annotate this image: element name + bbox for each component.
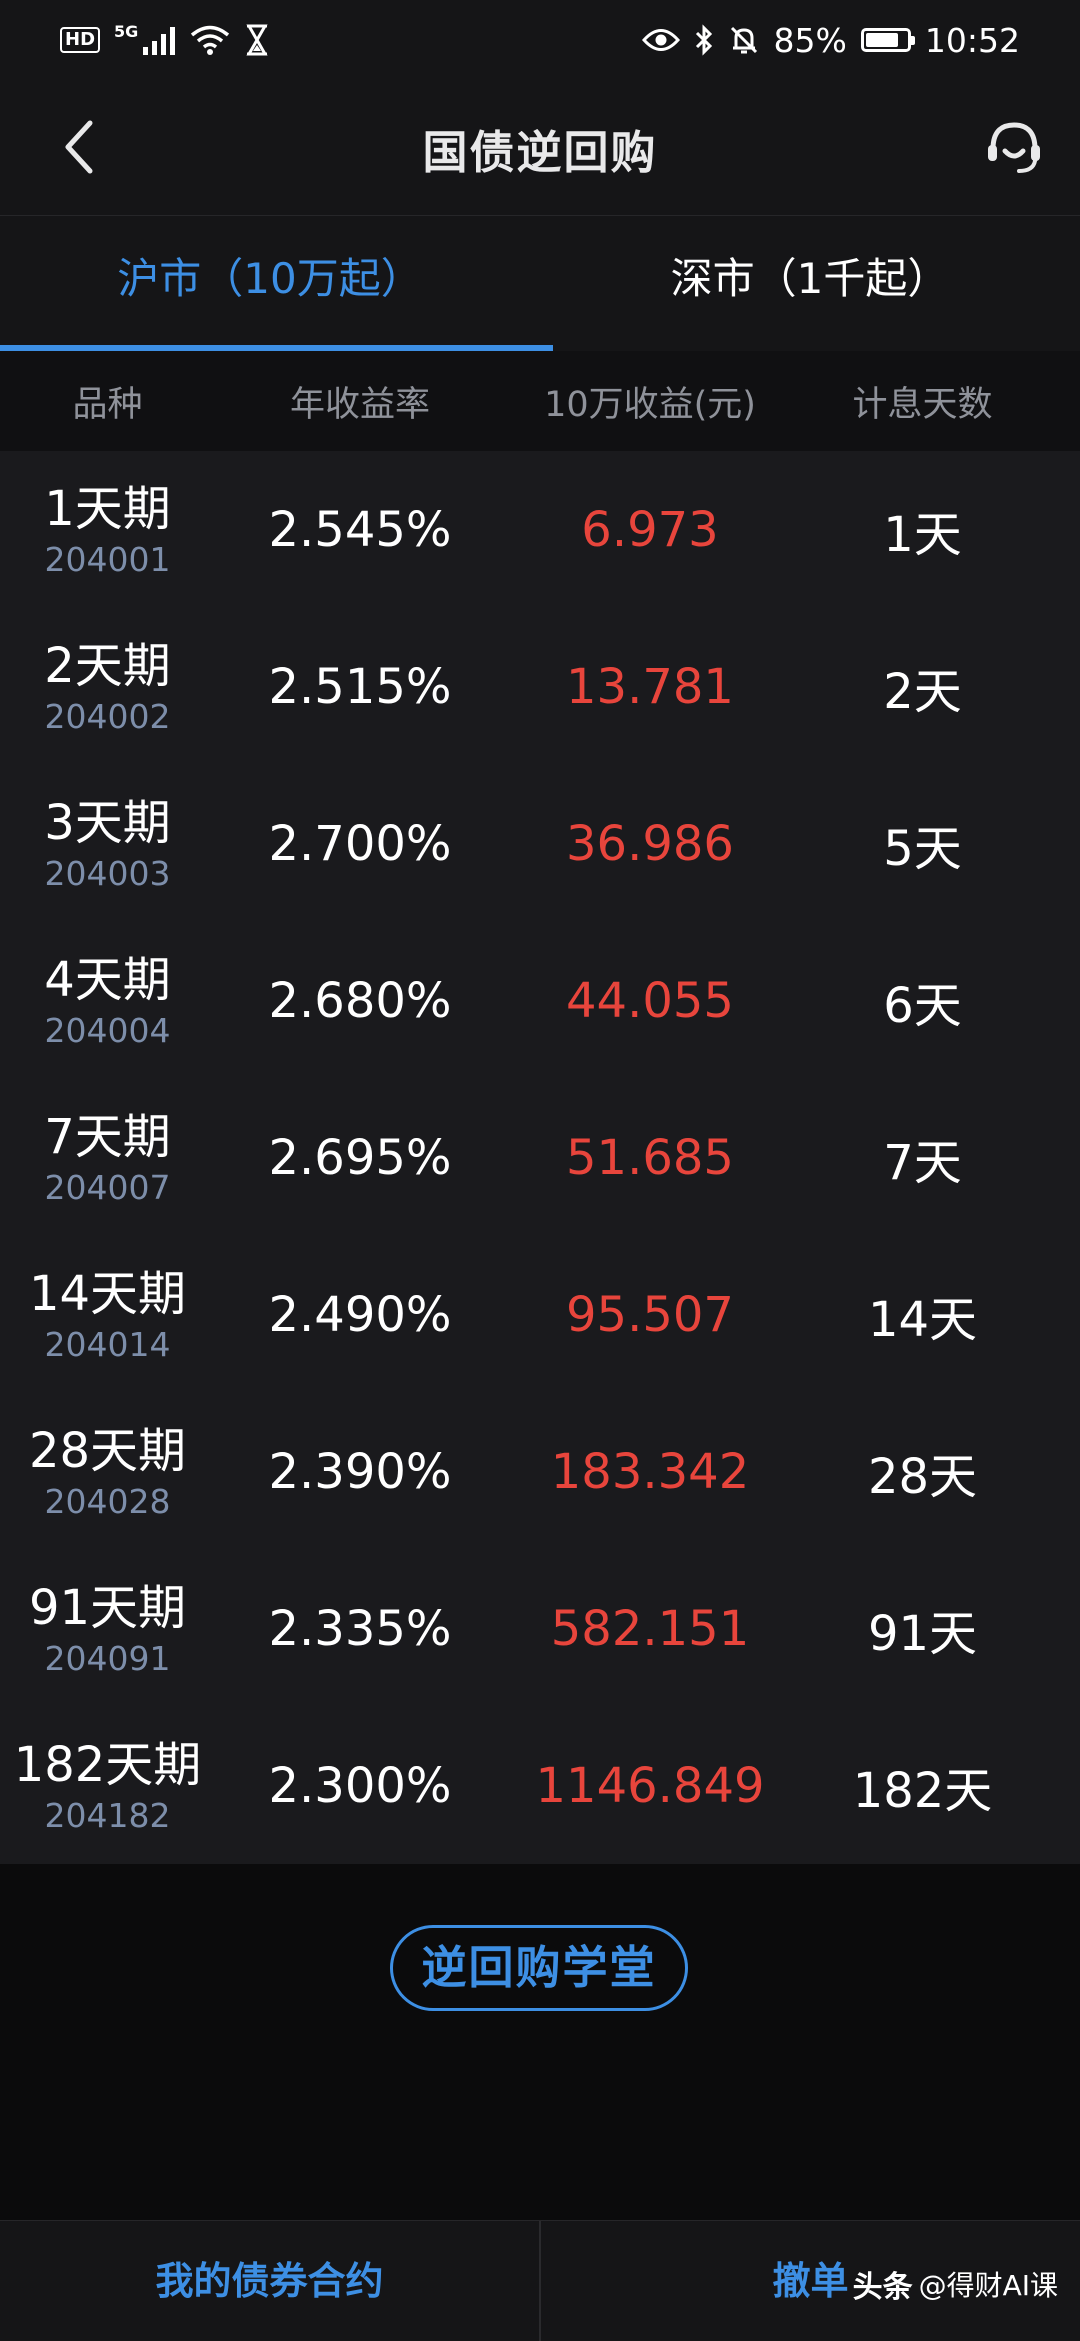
income-value: 1146.849 <box>535 1757 765 1814</box>
battery-percent: 85% <box>773 20 847 60</box>
annual-rate: 2.390% <box>268 1443 452 1500</box>
signal-icon <box>143 27 176 55</box>
watermark-handle: @得财AI课 <box>918 2269 1058 2302</box>
eye-icon <box>641 29 680 51</box>
security-code: 204003 <box>44 853 171 893</box>
income-value: 183.342 <box>550 1443 750 1500</box>
income-value: 44.055 <box>566 972 734 1029</box>
battery-fill <box>865 33 898 47</box>
status-right: 85% 10:52 <box>641 18 1020 62</box>
annual-rate: 2.515% <box>268 658 452 715</box>
table-row[interactable]: 1天期 204001 2.545% 6.973 1天 <box>0 451 1080 608</box>
table-header: 品种 年收益率 10万收益(元) 计息天数 <box>0 351 1080 451</box>
variety-cell: 91天期 204091 <box>0 1579 215 1679</box>
battery-icon <box>860 28 915 52</box>
annual-rate: 2.490% <box>268 1286 452 1343</box>
interest-days: 7天 <box>883 1134 962 1191</box>
term-name: 91天期 <box>28 1579 187 1636</box>
variety-cell: 7天期 204007 <box>0 1108 215 1208</box>
annual-rate: 2.335% <box>268 1600 452 1657</box>
network-type-label: 5G <box>114 22 139 41</box>
table-row[interactable]: 91天期 204091 2.335% 582.151 91天 <box>0 1550 1080 1707</box>
status-bar: HD 5G 85% 10:52 <box>0 0 1080 80</box>
term-name: 182天期 <box>13 1736 202 1793</box>
security-code: 204182 <box>44 1795 171 1835</box>
table-row[interactable]: 7天期 204007 2.695% 51.685 7天 <box>0 1079 1080 1236</box>
income-value: 13.781 <box>566 658 734 715</box>
interest-days: 14天 <box>867 1291 978 1348</box>
annual-rate: 2.680% <box>268 972 452 1029</box>
interest-days: 1天 <box>883 506 962 563</box>
annual-rate: 2.695% <box>268 1129 452 1186</box>
income-value: 36.986 <box>566 815 734 872</box>
interest-days: 182天 <box>852 1762 993 1819</box>
table-row[interactable]: 28天期 204028 2.390% 183.342 28天 <box>0 1393 1080 1550</box>
annual-rate: 2.545% <box>268 501 452 558</box>
security-code: 204091 <box>44 1638 171 1678</box>
table-row[interactable]: 14天期 204014 2.490% 95.507 14天 <box>0 1236 1080 1393</box>
title-bar: 国债逆回购 <box>0 80 1080 216</box>
variety-cell: 14天期 204014 <box>0 1265 215 1365</box>
interest-days: 5天 <box>883 820 962 877</box>
column-header-days: 计息天数 <box>852 384 993 425</box>
hd-badge: HD <box>60 27 101 53</box>
security-code: 204007 <box>44 1167 171 1207</box>
watermark: 头条 @得财AI课 <box>853 2262 1058 2306</box>
income-value: 582.151 <box>550 1600 750 1657</box>
repo-table-body: 1天期 204001 2.545% 6.973 1天 2天期 204002 2.… <box>0 451 1080 1864</box>
variety-cell: 28天期 204028 <box>0 1422 215 1522</box>
repo-school-button[interactable]: 逆回购学堂 <box>390 1925 688 2011</box>
table-row[interactable]: 2天期 204002 2.515% 13.781 2天 <box>0 608 1080 765</box>
clock-time: 10:52 <box>924 20 1020 60</box>
interest-days: 28天 <box>867 1448 978 1505</box>
term-name: 14天期 <box>28 1265 187 1322</box>
term-name: 7天期 <box>44 1108 171 1165</box>
security-code: 204014 <box>44 1324 171 1364</box>
annual-rate: 2.700% <box>268 815 452 872</box>
variety-cell: 2天期 204002 <box>0 637 215 737</box>
income-value: 51.685 <box>566 1129 734 1186</box>
headset-icon <box>988 122 1040 173</box>
table-row[interactable]: 3天期 204003 2.700% 36.986 5天 <box>0 765 1080 922</box>
term-name: 4天期 <box>44 951 171 1008</box>
income-value: 95.507 <box>566 1286 734 1343</box>
bluetooth-icon <box>695 24 712 56</box>
annual-rate: 2.300% <box>268 1757 452 1814</box>
mute-bell-icon <box>730 26 757 54</box>
security-code: 204004 <box>44 1010 171 1050</box>
hourglass-icon <box>246 24 268 56</box>
customer-service-button[interactable] <box>976 110 1052 186</box>
tab-shanghai-market[interactable]: 沪市（10万起） <box>0 216 553 351</box>
column-header-annual-rate: 年收益率 <box>289 384 430 425</box>
tab-label: 沪市（10万起） <box>117 254 423 303</box>
variety-cell: 182天期 204182 <box>0 1736 215 1836</box>
tab-label: 深市（1千起） <box>670 254 950 303</box>
my-bond-contracts-button[interactable]: 我的债券合约 <box>0 2221 539 2341</box>
term-name: 1天期 <box>44 480 171 537</box>
income-value: 6.973 <box>581 501 719 558</box>
wifi-icon <box>191 25 230 55</box>
interest-days: 2天 <box>883 663 962 720</box>
term-name: 2天期 <box>44 637 171 694</box>
term-name: 28天期 <box>28 1422 187 1479</box>
column-header-variety: 品种 <box>72 384 143 425</box>
security-code: 204002 <box>44 696 171 736</box>
security-code: 204028 <box>44 1481 171 1521</box>
variety-cell: 4天期 204004 <box>0 951 215 1051</box>
status-left: HD 5G <box>60 18 270 62</box>
variety-cell: 3天期 204003 <box>0 794 215 894</box>
column-header-income: 10万收益(元) <box>544 384 756 425</box>
interest-days: 6天 <box>883 977 962 1034</box>
market-tabs: 沪市（10万起） 深市（1千起） <box>0 216 1080 351</box>
table-row[interactable]: 182天期 204182 2.300% 1146.849 182天 <box>0 1707 1080 1864</box>
term-name: 3天期 <box>44 794 171 851</box>
table-row[interactable]: 4天期 204004 2.680% 44.055 6天 <box>0 922 1080 1079</box>
variety-cell: 1天期 204001 <box>0 480 215 580</box>
page-title: 国债逆回购 <box>422 126 658 179</box>
interest-days: 91天 <box>867 1605 978 1662</box>
security-code: 204001 <box>44 539 171 579</box>
watermark-logo: 头条 <box>852 2270 913 2305</box>
tab-shenzhen-market[interactable]: 深市（1千起） <box>540 216 1080 351</box>
